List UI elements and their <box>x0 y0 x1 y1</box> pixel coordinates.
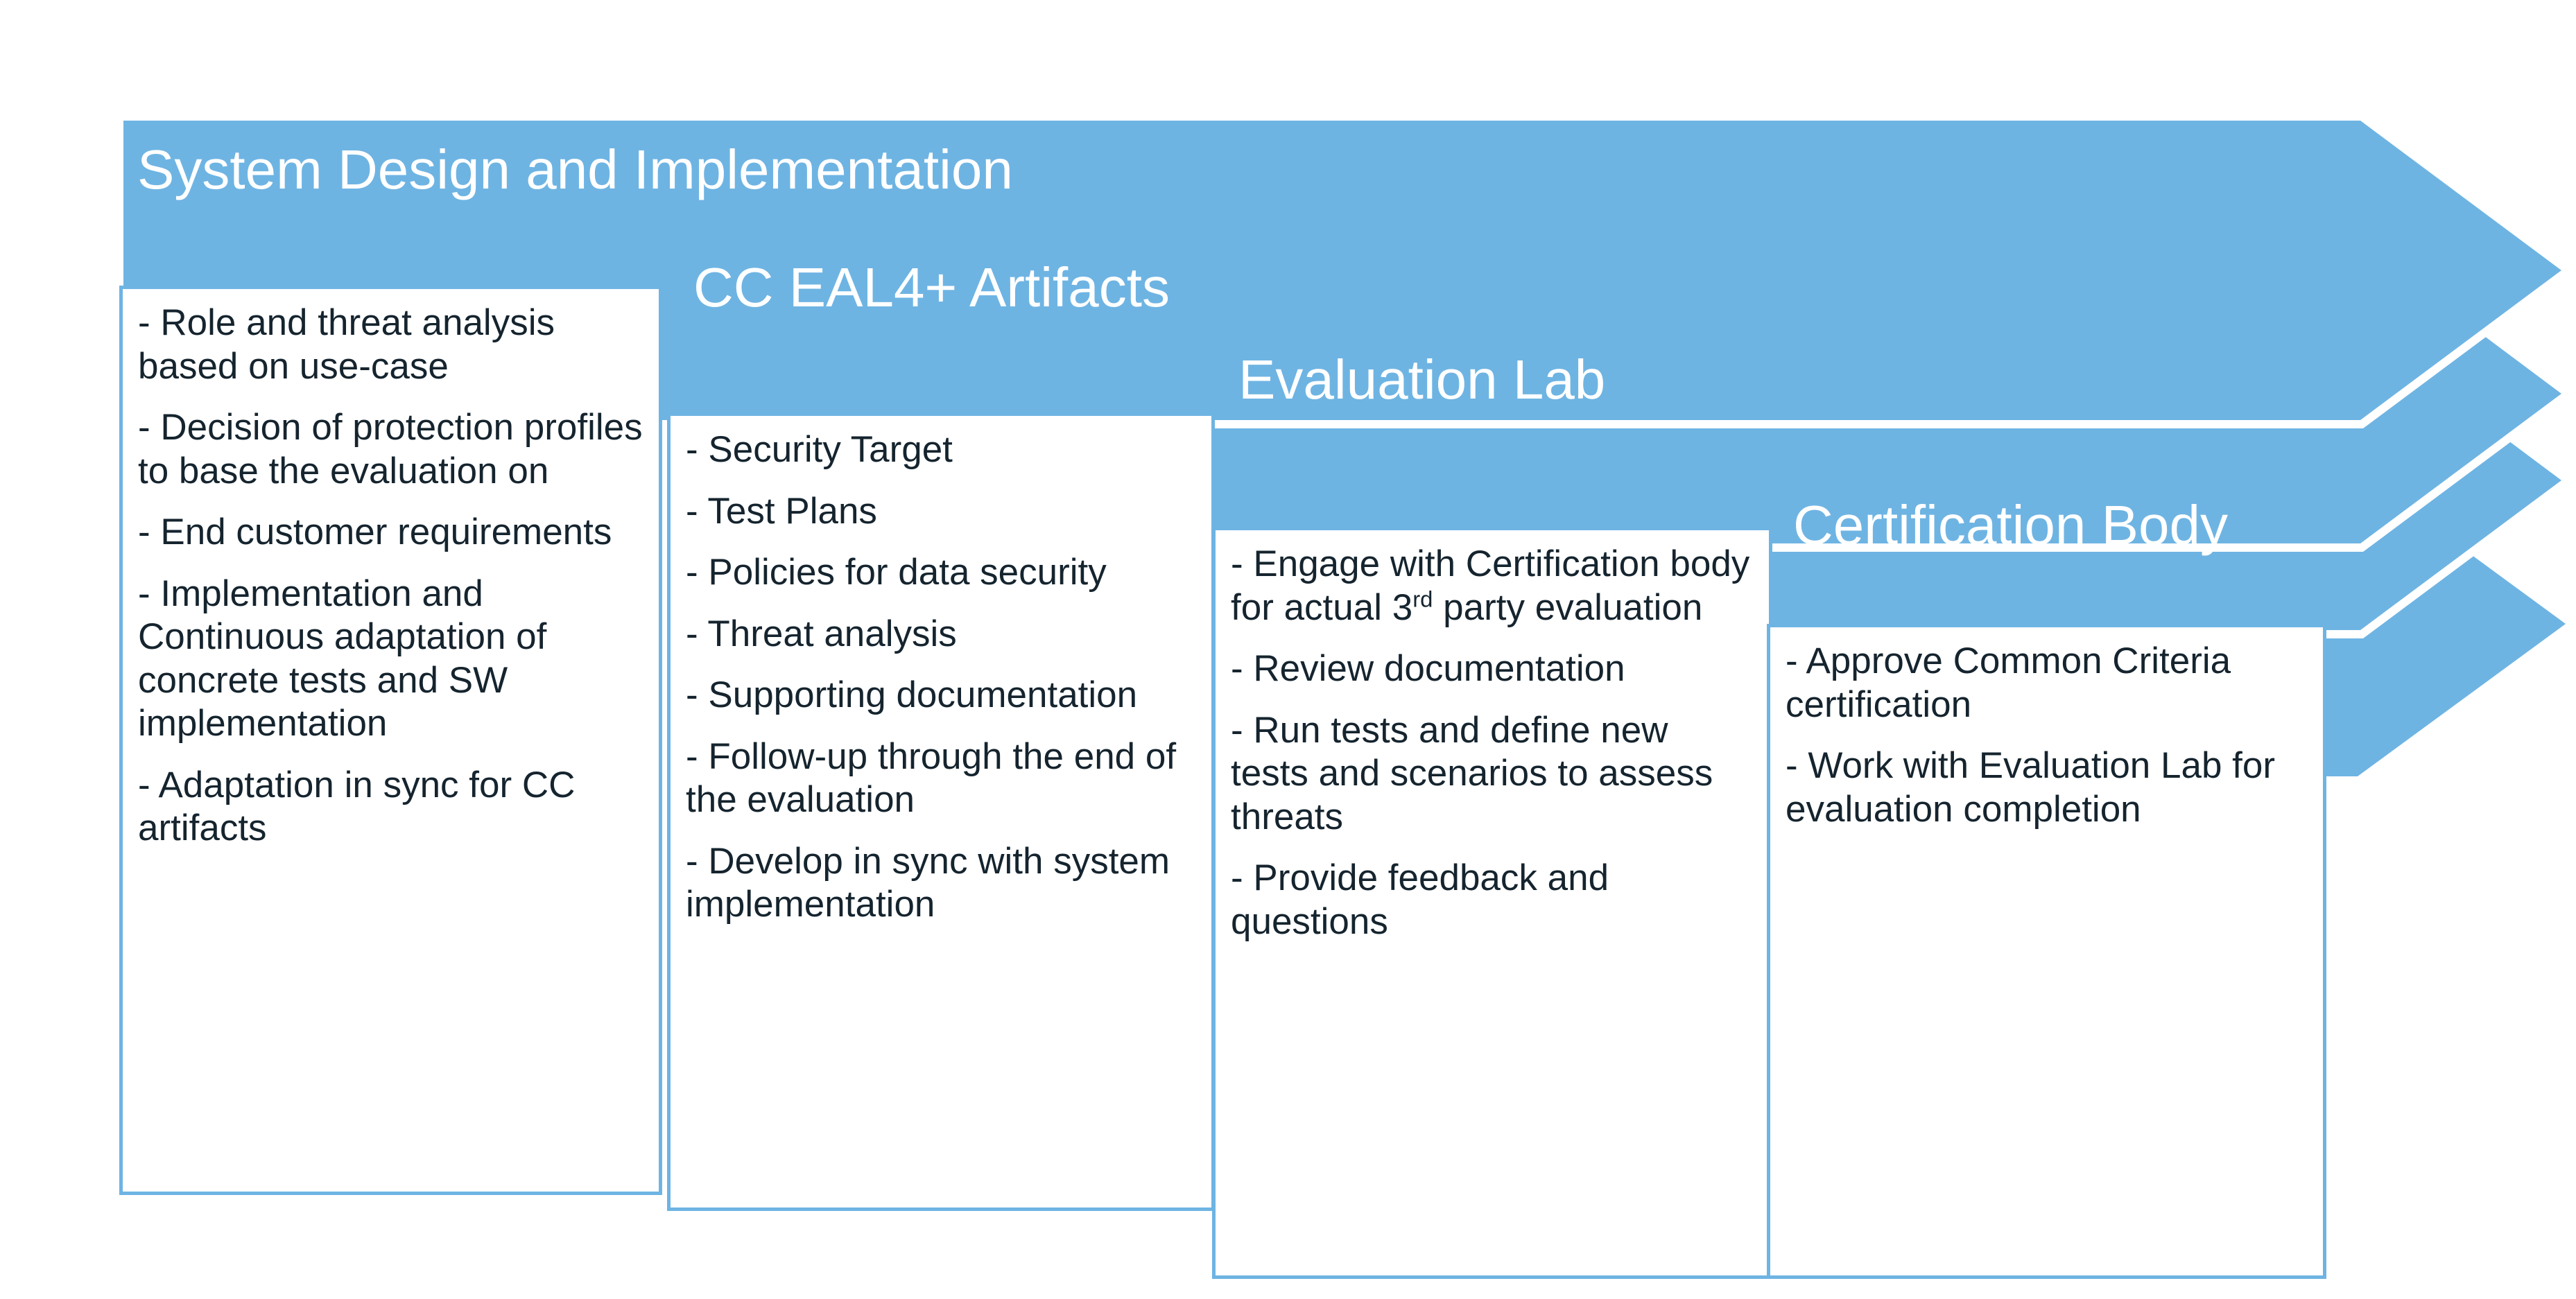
list-item: - Follow-up through the end of the evalu… <box>686 735 1177 821</box>
list-item: - Role and threat analysis based on use-… <box>138 302 555 387</box>
bullet-list-certification-body: - Approve Common Criteria certification … <box>1770 627 2323 849</box>
stage-body-box-system-design: - Role and threat analysis based on use-… <box>119 286 662 1195</box>
list-item: - Security Target <box>686 429 953 470</box>
list-item: - Policies for data security <box>686 552 1107 593</box>
stage-title-system-design: System Design and Implementation <box>137 139 1013 200</box>
list-item: - End customer requirements <box>138 512 612 553</box>
list-item: - Develop in sync with system implementa… <box>686 840 1170 925</box>
list-item: - Run tests and define new tests and sce… <box>1231 709 1713 837</box>
bullet-list-system-design: - Role and threat analysis based on use-… <box>123 289 659 869</box>
stage-title-cc-eal4-artifacts: CC EAL4+ Artifacts <box>693 256 1170 318</box>
list-item: - Review documentation <box>1231 648 1625 690</box>
list-item: - Engage with Certification body for act… <box>1231 543 1750 628</box>
diagram-canvas: System Design and Implementation - Role … <box>0 0 2576 1299</box>
stage-body-box-certification-body: - Approve Common Criteria certification … <box>1767 624 2326 1279</box>
list-item: - Supporting documentation <box>686 674 1138 716</box>
list-item: - Decision of protection profiles to bas… <box>138 407 643 491</box>
list-item: - Implementation and Continuous adaptati… <box>138 573 547 744</box>
bullet-list-evaluation-lab: - Engage with Certification body for act… <box>1216 530 1769 961</box>
stage-title-evaluation-lab: Evaluation Lab <box>1238 349 1606 410</box>
list-item: - Test Plans <box>686 490 877 532</box>
list-item: - Approve Common Criteria certification <box>1786 640 2231 725</box>
bullet-list-cc-eal4-artifacts: - Security Target - Test Plans - Policie… <box>671 416 1211 945</box>
list-item: - Threat analysis <box>686 613 957 654</box>
stage-body-box-cc-eal4-artifacts: - Security Target - Test Plans - Policie… <box>667 412 1215 1211</box>
stage-title-certification-body: Certification Body <box>1793 494 2228 556</box>
list-item: - Work with Evaluation Lab for evaluatio… <box>1786 745 2276 830</box>
list-item: - Provide feedback and questions <box>1231 857 1609 942</box>
list-item: - Adaptation in sync for CC artifacts <box>138 764 576 849</box>
stage-body-box-evaluation-lab: - Engage with Certification body for act… <box>1212 527 1772 1279</box>
